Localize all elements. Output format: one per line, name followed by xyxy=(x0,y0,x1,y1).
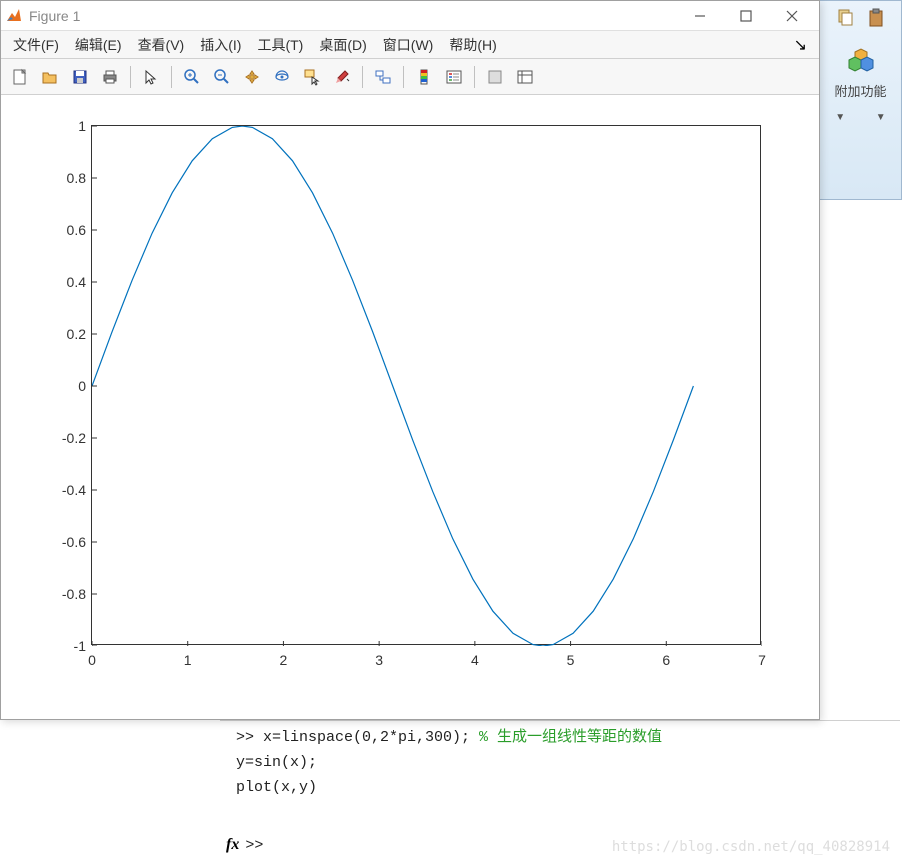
command-prompt[interactable]: fx >> xyxy=(220,836,263,854)
print-button[interactable] xyxy=(97,64,123,90)
maximize-button[interactable] xyxy=(723,1,769,31)
zoom-out-button[interactable] xyxy=(209,64,235,90)
y-tick-label: -0.4 xyxy=(42,482,86,498)
separator xyxy=(362,66,363,88)
separator xyxy=(474,66,475,88)
y-tick-label: 0 xyxy=(42,378,86,394)
plot-area[interactable]: -1 -0.8 -0.6 -0.4 -0.2 0 0.2 0.4 0.6 0.8 1 0 1 2 3 4 5 6… xyxy=(1,95,819,719)
separator xyxy=(171,66,172,88)
menu-view[interactable]: 查看(V) xyxy=(130,31,193,59)
separator xyxy=(403,66,404,88)
window-title: Figure 1 xyxy=(29,8,677,24)
hide-plot-tools-button[interactable] xyxy=(482,64,508,90)
command-line-1: >> x=linspace(0,2*pi,300); % 生成一组线性等距的数值 xyxy=(220,721,900,750)
menu-desktop[interactable]: 桌面(D) xyxy=(311,31,374,59)
dropdown-icon[interactable]: ▼ xyxy=(876,112,886,123)
x-tick-label: 4 xyxy=(471,652,479,668)
rotate-3d-button[interactable] xyxy=(269,64,295,90)
dropdown-icon[interactable]: ▼ xyxy=(835,112,845,123)
pan-button[interactable] xyxy=(239,64,265,90)
x-tick-label: 0 xyxy=(88,652,96,668)
menu-file[interactable]: 文件(F) xyxy=(5,31,67,59)
annotation-toggle-icon[interactable]: ↘ xyxy=(794,35,815,55)
menubar: 文件(F) 编辑(E) 查看(V) 插入(I) 工具(T) 桌面(D) 窗口(W… xyxy=(1,31,819,59)
copy-icon[interactable] xyxy=(835,7,857,32)
x-tick-label: 5 xyxy=(567,652,575,668)
y-tick-label: -0.8 xyxy=(42,586,86,602)
link-button[interactable] xyxy=(370,64,396,90)
y-tick-label: 0.6 xyxy=(42,222,86,238)
x-tick-label: 3 xyxy=(375,652,383,668)
y-tick-label: 0.8 xyxy=(42,170,86,186)
menu-window[interactable]: 窗口(W) xyxy=(375,31,442,59)
insert-colorbar-button[interactable] xyxy=(411,64,437,90)
brush-button[interactable] xyxy=(329,64,355,90)
figure-window: Figure 1 文件(F) 编辑(E) 查看(V) 插入(I) 工具(T) 桌… xyxy=(0,0,820,720)
fx-icon: fx xyxy=(226,836,239,854)
x-tick-label: 2 xyxy=(280,652,288,668)
y-tick-label: 0.4 xyxy=(42,274,86,290)
y-tick-label: 0.2 xyxy=(42,326,86,342)
menu-help[interactable]: 帮助(H) xyxy=(441,31,504,59)
y-tick-label: -0.6 xyxy=(42,534,86,550)
separator xyxy=(130,66,131,88)
watermark: https://blog.csdn.net/qq_40828914 xyxy=(612,839,890,855)
show-plot-tools-button[interactable] xyxy=(512,64,538,90)
y-tick-label: -1 xyxy=(42,638,86,654)
menu-tools[interactable]: 工具(T) xyxy=(249,31,311,59)
pointer-button[interactable] xyxy=(138,64,164,90)
axes[interactable]: -1-0.8-0.6-0.4-0.200.20.40.60.81 0123456… xyxy=(91,125,761,645)
y-tick-label: -0.2 xyxy=(42,430,86,446)
menu-insert[interactable]: 插入(I) xyxy=(192,31,249,59)
ribbon-fragment: 附加功能 ▼ ▼ xyxy=(820,0,902,200)
prompt-symbol: >> xyxy=(245,837,263,854)
menu-edit[interactable]: 编辑(E) xyxy=(67,31,130,59)
toolbar xyxy=(1,59,819,95)
x-tick-label: 6 xyxy=(662,652,670,668)
paste-icon[interactable] xyxy=(865,7,887,32)
open-button[interactable] xyxy=(37,64,63,90)
x-tick-label: 1 xyxy=(184,652,192,668)
close-button[interactable] xyxy=(769,1,815,31)
addon-label: 附加功能 xyxy=(834,81,886,100)
new-figure-button[interactable] xyxy=(7,64,33,90)
command-line-2: y=sin(x); xyxy=(220,750,900,775)
minimize-button[interactable] xyxy=(677,1,723,31)
titlebar[interactable]: Figure 1 xyxy=(1,1,819,31)
matlab-icon xyxy=(5,7,23,25)
x-tick-label: 7 xyxy=(758,652,766,668)
addon-icon[interactable] xyxy=(845,46,877,77)
y-tick-label: 1 xyxy=(42,118,86,134)
insert-legend-button[interactable] xyxy=(441,64,467,90)
save-button[interactable] xyxy=(67,64,93,90)
line-plot xyxy=(92,126,762,646)
command-line-3: plot(x,y) xyxy=(220,775,900,800)
data-cursor-button[interactable] xyxy=(299,64,325,90)
zoom-in-button[interactable] xyxy=(179,64,205,90)
